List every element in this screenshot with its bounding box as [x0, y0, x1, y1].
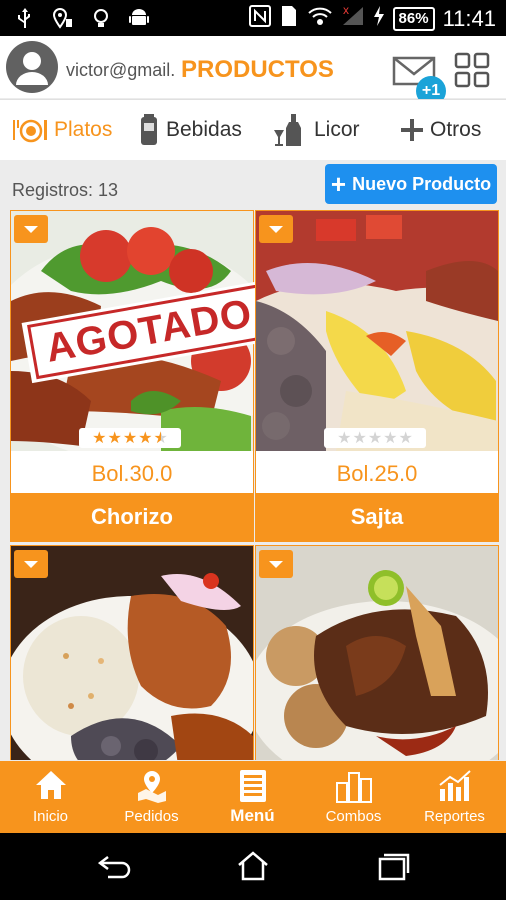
- bulb-icon: [90, 6, 112, 30]
- nav-label: Inicio: [32, 808, 69, 825]
- new-product-button[interactable]: + Nuevo Producto: [325, 164, 497, 204]
- nav-inicio[interactable]: Inicio: [0, 761, 101, 833]
- star-icon: ★: [92, 430, 107, 447]
- menu-list-icon: [239, 770, 266, 802]
- location-icon: [52, 6, 74, 30]
- back-icon[interactable]: [98, 851, 132, 881]
- star-icon: ★: [398, 430, 413, 447]
- usb-icon: [14, 6, 36, 30]
- tab-label: Otros: [430, 118, 482, 141]
- product-card[interactable]: [255, 545, 499, 760]
- nav-label: Menú: [230, 806, 275, 825]
- avatar[interactable]: [6, 41, 58, 93]
- grid-view-icon[interactable]: [454, 52, 490, 88]
- product-photo: [11, 546, 253, 760]
- map-pin-icon: [137, 771, 166, 803]
- page-title: PRODUCTOS: [181, 56, 340, 84]
- product-photo: [256, 546, 498, 760]
- can-icon: [141, 114, 157, 145]
- bottle-icon: [274, 114, 301, 146]
- card-menu-caret[interactable]: [14, 550, 48, 578]
- tab-bebidas[interactable]: Bebidas: [138, 100, 242, 160]
- category-tabs: Platos Bebidas Licor Otros: [0, 99, 506, 161]
- status-bar: x 86% 11:41: [0, 0, 506, 36]
- card-menu-caret[interactable]: [259, 215, 293, 243]
- signal-icon: x: [341, 3, 365, 32]
- user-email: victor@gmail.: [66, 60, 176, 80]
- nav-label: Pedidos: [124, 808, 179, 825]
- records-count: Registros: 13: [12, 180, 119, 200]
- wifi-icon: [307, 5, 333, 32]
- product-card[interactable]: [10, 545, 254, 760]
- tab-label: Bebidas: [166, 118, 242, 141]
- tab-otros[interactable]: Otros: [400, 100, 481, 160]
- home-icon: [35, 771, 66, 799]
- plus-icon: +: [330, 169, 347, 199]
- star-icon: ★: [138, 430, 153, 447]
- star-icon: ★: [122, 430, 138, 447]
- card-menu-caret[interactable]: [259, 550, 293, 578]
- tab-label: Platos: [54, 118, 113, 141]
- tab-label: Licor: [314, 118, 360, 141]
- product-list[interactable]: Registros: 13 + Nuevo Producto AGOTADO ★…: [0, 160, 506, 760]
- product-name: Chorizo: [11, 493, 253, 541]
- plate-icon: [13, 119, 47, 143]
- rating-stars: ★ ★ ★ ★ ★: [79, 428, 181, 448]
- system-navigation-bar: [0, 833, 506, 900]
- plus-icon: [401, 119, 423, 141]
- chart-icon: [438, 770, 471, 801]
- home-button-icon[interactable]: [236, 851, 270, 881]
- rating-stars: ★ ★ ★ ★ ★: [324, 428, 426, 448]
- battery-level: 86%: [392, 6, 435, 31]
- tab-licor[interactable]: Licor: [272, 100, 360, 160]
- bottom-navigation: Inicio Pedidos Menú Combos Reportes: [0, 761, 506, 833]
- product-price: Bol.30.0: [11, 451, 253, 493]
- android-icon: [128, 6, 150, 30]
- tab-platos[interactable]: Platos: [12, 100, 112, 160]
- star-icon: ★: [337, 430, 352, 447]
- combos-icon: [335, 772, 372, 803]
- star-icon: ★: [383, 430, 398, 447]
- nav-menu[interactable]: Menú: [202, 761, 303, 833]
- star-icon: ★: [107, 430, 122, 447]
- app-header: victor@gmail. PRODUCTOS +1: [0, 36, 506, 106]
- new-product-label: Nuevo Producto: [352, 173, 492, 194]
- svg-text:x: x: [343, 5, 349, 17]
- product-photo: [256, 211, 498, 451]
- product-card[interactable]: AGOTADO ★ ★ ★ ★ ★ Bol.30.0 Chorizo: [10, 210, 277, 542]
- product-name: Sajta: [256, 493, 498, 541]
- star-icon: ★: [367, 430, 383, 447]
- nav-pedidos[interactable]: Pedidos: [101, 761, 202, 833]
- star-icon: ★: [352, 430, 367, 447]
- clock: 11:41: [442, 5, 496, 31]
- nav-reportes[interactable]: Reportes: [404, 761, 505, 833]
- user-icon: [16, 52, 48, 85]
- product-price: Bol.25.0: [256, 451, 498, 493]
- product-card[interactable]: ★ ★ ★ ★ ★ Bol.25.0 Sajta: [255, 210, 499, 542]
- charging-icon: [373, 5, 385, 32]
- nav-label: Reportes: [424, 808, 485, 825]
- half-star-icon: ★: [153, 430, 168, 447]
- card-menu-caret[interactable]: [14, 215, 48, 243]
- nfc-icon: [248, 5, 271, 32]
- sim-icon: [279, 5, 299, 32]
- nav-combos[interactable]: Combos: [303, 761, 404, 833]
- recent-apps-icon[interactable]: [376, 851, 410, 881]
- nav-label: Combos: [325, 808, 382, 825]
